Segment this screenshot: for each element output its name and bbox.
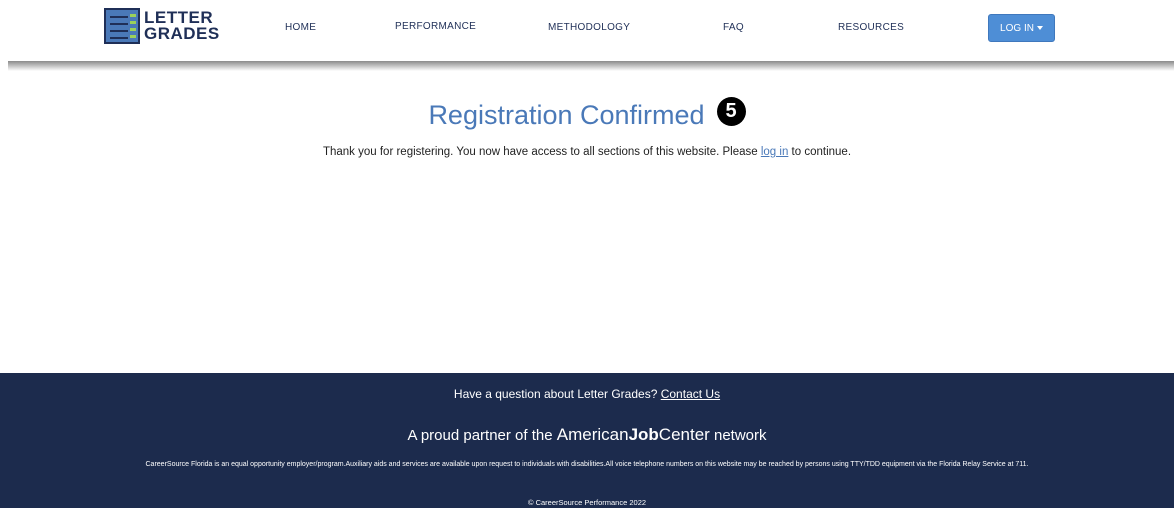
logo-line-2: GRADES [144,24,220,43]
nav-home-link[interactable]: HOME [285,22,316,33]
checklist-logo-icon [104,8,140,44]
legal-disclaimer: CareerSource Florida is an equal opportu… [145,461,1029,468]
nav-resources-link[interactable]: RESOURCES [838,22,904,33]
logo-text: LETTER GRADES [144,9,220,43]
site-footer: Have a question about Letter Grades? Con… [0,373,1174,508]
partner-text-before: A proud partner of the [407,427,557,444]
message-text-after: to continue. [788,146,852,158]
contact-us-link[interactable]: Contact Us [661,387,720,401]
message-text-before: Thank you for registering. You now have … [322,146,761,158]
american-job-center-logo: AmericanJobCenter [556,425,710,444]
top-navbar: LETTER GRADES HOME PERFORMANCE METHODOLO… [0,0,1174,62]
nav-faq-link[interactable]: FAQ [723,22,744,33]
caret-down-icon [1036,26,1043,30]
letter-grades-logo[interactable]: LETTER GRADES [104,8,220,44]
nav-performance-link[interactable]: PERFORMANCE [395,21,476,32]
step-number-badge: 5 [716,97,746,126]
title-row: Registration Confirmed 5 [0,97,1174,131]
confirmation-message: Thank you for registering. You now have … [0,146,1174,158]
ajc-partner-line: A proud partner of the AmericanJobCenter… [0,425,1174,445]
login-button-label: LOG IN [1000,22,1034,34]
page-title: Registration Confirmed [428,100,705,130]
footer-question-text: Have a question about Letter Grades? [453,387,661,401]
navbar-shadow [8,61,1174,71]
login-dropdown-button[interactable]: LOG IN [988,14,1055,42]
login-link[interactable]: log in [761,146,789,158]
partner-text-after: network [709,427,767,444]
copyright-text: © CareerSource Performance 2022 [527,498,647,507]
footer-question: Have a question about Letter Grades? Con… [0,387,1174,401]
nav-methodology-link[interactable]: METHODOLOGY [548,22,630,33]
